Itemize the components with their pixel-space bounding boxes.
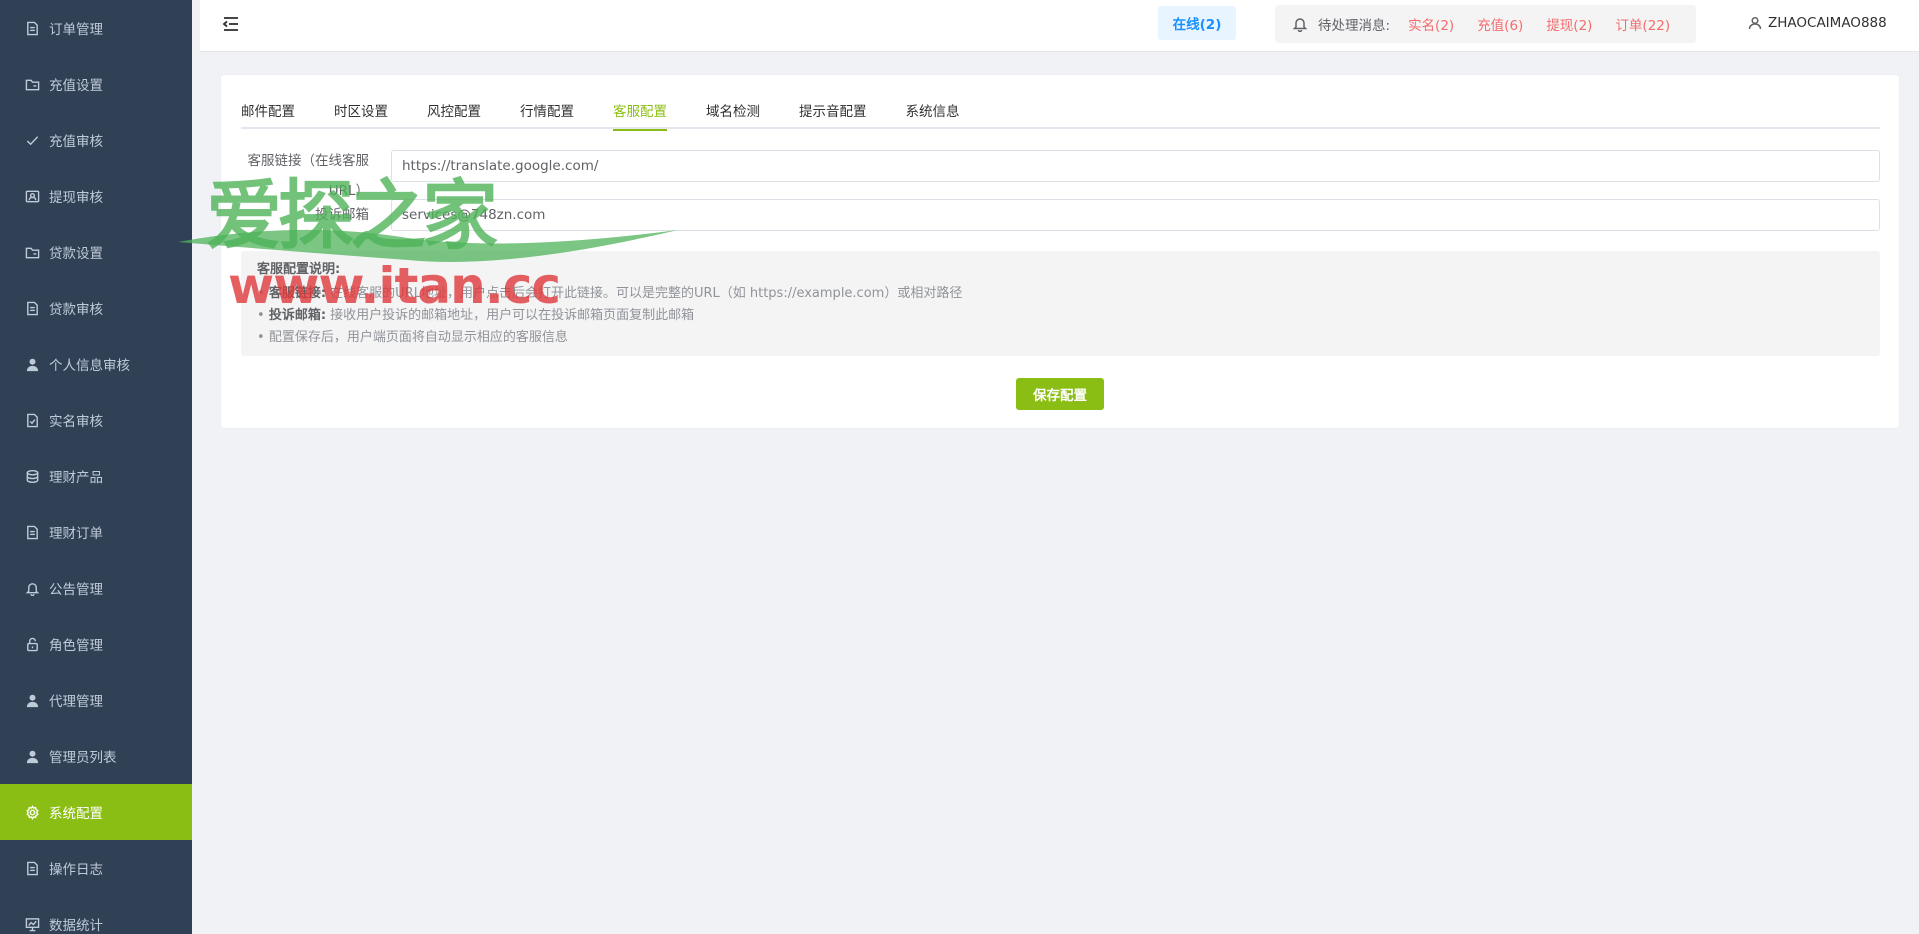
sidebar-item-recharge-settings[interactable]: 充值设置: [0, 56, 192, 112]
header: 在线(2) 待处理消息: 实名(2) 充值(6) 提现(2) 订单(22) ZH…: [200, 0, 1919, 52]
bell-icon: [24, 580, 40, 596]
tab-7[interactable]: 系统信息: [906, 95, 960, 129]
sidebar-item-orders[interactable]: 订单管理: [0, 0, 192, 56]
document-icon: [24, 300, 40, 316]
sidebar-item-withdraw-review[interactable]: 提现审核: [0, 168, 192, 224]
sidebar-item-label: 充值设置: [49, 78, 103, 94]
sidebar-item-label: 理财产品: [49, 470, 103, 486]
document-icon: [24, 524, 40, 540]
sidebar-item-profile-review[interactable]: 个人信息审核: [0, 336, 192, 392]
sidebar-item-label: 理财订单: [49, 526, 103, 542]
sidebar-item-agents[interactable]: 代理管理: [0, 672, 192, 728]
pending-label: 待处理消息:: [1318, 18, 1391, 34]
sidebar-item-loan-settings[interactable]: 贷款设置: [0, 224, 192, 280]
service-link-input[interactable]: [391, 150, 1880, 182]
sidebar-item-label: 个人信息审核: [49, 358, 130, 374]
config-tabs: 邮件配置 时区设置 风控配置 行情配置 客服配置 域名检测 提示音配置 系统信息: [241, 95, 1880, 131]
pending-orders-link[interactable]: 订单(22): [1615, 14, 1670, 34]
document-check-icon: [24, 412, 40, 428]
user-icon: [24, 748, 40, 764]
tab-6[interactable]: 提示音配置: [799, 95, 867, 129]
gear-icon: [24, 804, 40, 820]
pending-realname-link[interactable]: 实名(2): [1408, 14, 1454, 34]
sidebar-item-label: 管理员列表: [49, 750, 117, 766]
lock-icon: [24, 636, 40, 652]
complaint-email-label: 投诉邮箱: [315, 207, 369, 223]
sidebar-item-system-config[interactable]: 系统配置: [0, 784, 192, 840]
sidebar: 订单管理充值设置充值审核提现审核贷款设置贷款审核个人信息审核 实名审核理财产品理财…: [0, 0, 192, 934]
sidebar-item-roles[interactable]: 角色管理: [0, 616, 192, 672]
tab-2[interactable]: 风控配置: [427, 95, 481, 129]
save-config-button[interactable]: 保存配置: [1016, 378, 1104, 410]
sidebar-item-label: 数据统计: [49, 918, 103, 934]
sidebar-item-operation-log[interactable]: 操作日志: [0, 840, 192, 896]
notes-key: 客服链接:: [268, 286, 327, 301]
username: ZHAOCAIMAO888: [1768, 15, 1887, 31]
user-menu[interactable]: ZHAOCAIMAO888: [1748, 15, 1887, 31]
sidebar-item-label: 实名审核: [49, 414, 103, 430]
sidebar-item-announcements[interactable]: 公告管理: [0, 560, 192, 616]
notes-text: 配置保存后，用户端页面将自动显示相应的客服信息: [268, 330, 568, 345]
sidebar-item-label: 贷款审核: [49, 302, 103, 318]
notes-line: • 客服链接: 在线客服的URL地址，用户点击后会打开此链接。可以是完整的URL…: [257, 286, 963, 301]
sidebar-item-loan-review[interactable]: 贷款审核: [0, 280, 192, 336]
tab-4[interactable]: 客服配置: [613, 95, 667, 131]
complaint-email-row: 投诉邮箱: [241, 199, 1880, 233]
pending-withdraw-link[interactable]: 提现(2): [1546, 14, 1592, 34]
tab-0[interactable]: 邮件配置: [241, 95, 295, 129]
notes-text: 在线客服的URL地址，用户点击后会打开此链接。可以是完整的URL（如 https…: [330, 286, 963, 301]
document-icon: [24, 20, 40, 36]
notes-text: 接收用户投诉的邮箱地址，用户可以在投诉邮箱页面复制此邮箱: [330, 308, 695, 323]
notes-line: • 投诉邮箱: 接收用户投诉的邮箱地址，用户可以在投诉邮箱页面复制此邮箱: [257, 308, 695, 323]
online-count-badge[interactable]: 在线(2): [1158, 6, 1236, 40]
sidebar-item-label: 贷款设置: [49, 246, 103, 262]
notes-key: 投诉邮箱:: [268, 308, 327, 323]
menu-toggle-icon[interactable]: [222, 15, 240, 33]
sidebar-item-label: 订单管理: [49, 22, 103, 38]
sidebar-item-realname-review[interactable]: 实名审核: [0, 392, 192, 448]
tab-1[interactable]: 时区设置: [334, 95, 388, 129]
sidebar-item-statistics[interactable]: 数据统计: [0, 896, 192, 934]
sidebar-item-label: 提现审核: [49, 190, 103, 206]
sidebar-item-admins[interactable]: 管理员列表: [0, 728, 192, 784]
sidebar-item-recharge-review[interactable]: 充值审核: [0, 112, 192, 168]
folder-icon: [24, 76, 40, 92]
bell-icon: [1292, 16, 1308, 32]
user-icon: [24, 692, 40, 708]
pending-recharge-link[interactable]: 充值(6): [1477, 14, 1523, 34]
tab-5[interactable]: 域名检测: [706, 95, 760, 129]
service-link-row: 客服链接（在线客服URL）: [241, 150, 1880, 199]
config-card: 邮件配置 时区设置 风控配置 行情配置 客服配置 域名检测 提示音配置 系统信息 客服链接（在…: [220, 74, 1900, 429]
user-icon: [24, 356, 40, 372]
sidebar-item-label: 公告管理: [49, 582, 103, 598]
chart-icon: [24, 916, 40, 932]
folder-icon: [24, 244, 40, 260]
document-icon: [24, 860, 40, 876]
notes-line: • 配置保存后，用户端页面将自动显示相应的客服信息: [257, 330, 568, 345]
sidebar-item-label: 代理管理: [49, 694, 103, 710]
id-card-icon: [24, 188, 40, 204]
pending-messages-bar: 待处理消息: 实名(2) 充值(6) 提现(2) 订单(22): [1275, 5, 1696, 43]
sidebar-item-finance-orders[interactable]: 理财订单: [0, 504, 192, 560]
coins-icon: [24, 468, 40, 484]
sidebar-item-label: 操作日志: [49, 862, 103, 878]
sidebar-item-label: 系统配置: [49, 806, 103, 822]
complaint-email-input[interactable]: [391, 199, 1880, 231]
user-icon: [1748, 16, 1762, 30]
sidebar-item-finance-products[interactable]: 理财产品: [0, 448, 192, 504]
service-link-label: 客服链接（在线客服URL）: [247, 153, 370, 199]
service-config-notes: 客服配置说明: • 客服链接: 在线客服的URL地址，用户点击后会打开此链接。可…: [241, 251, 1880, 356]
sidebar-item-label: 充值审核: [49, 134, 103, 150]
sidebar-item-label: 角色管理: [49, 638, 103, 654]
tab-3[interactable]: 行情配置: [520, 95, 574, 129]
check-icon: [24, 132, 40, 148]
notes-title: 客服配置说明:: [257, 262, 341, 277]
